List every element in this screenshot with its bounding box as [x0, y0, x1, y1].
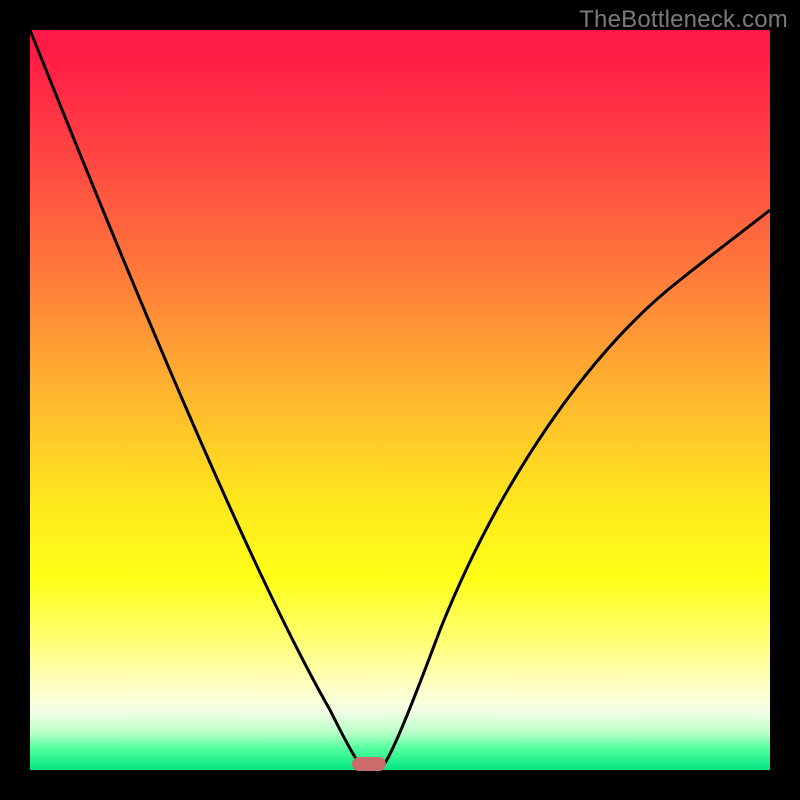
curve-right-branch	[380, 210, 770, 770]
minimum-marker	[352, 757, 386, 771]
curve-left-branch	[30, 30, 365, 770]
chart-area	[30, 30, 770, 770]
watermark-text: TheBottleneck.com	[579, 6, 788, 34]
bottleneck-curve	[30, 30, 770, 770]
